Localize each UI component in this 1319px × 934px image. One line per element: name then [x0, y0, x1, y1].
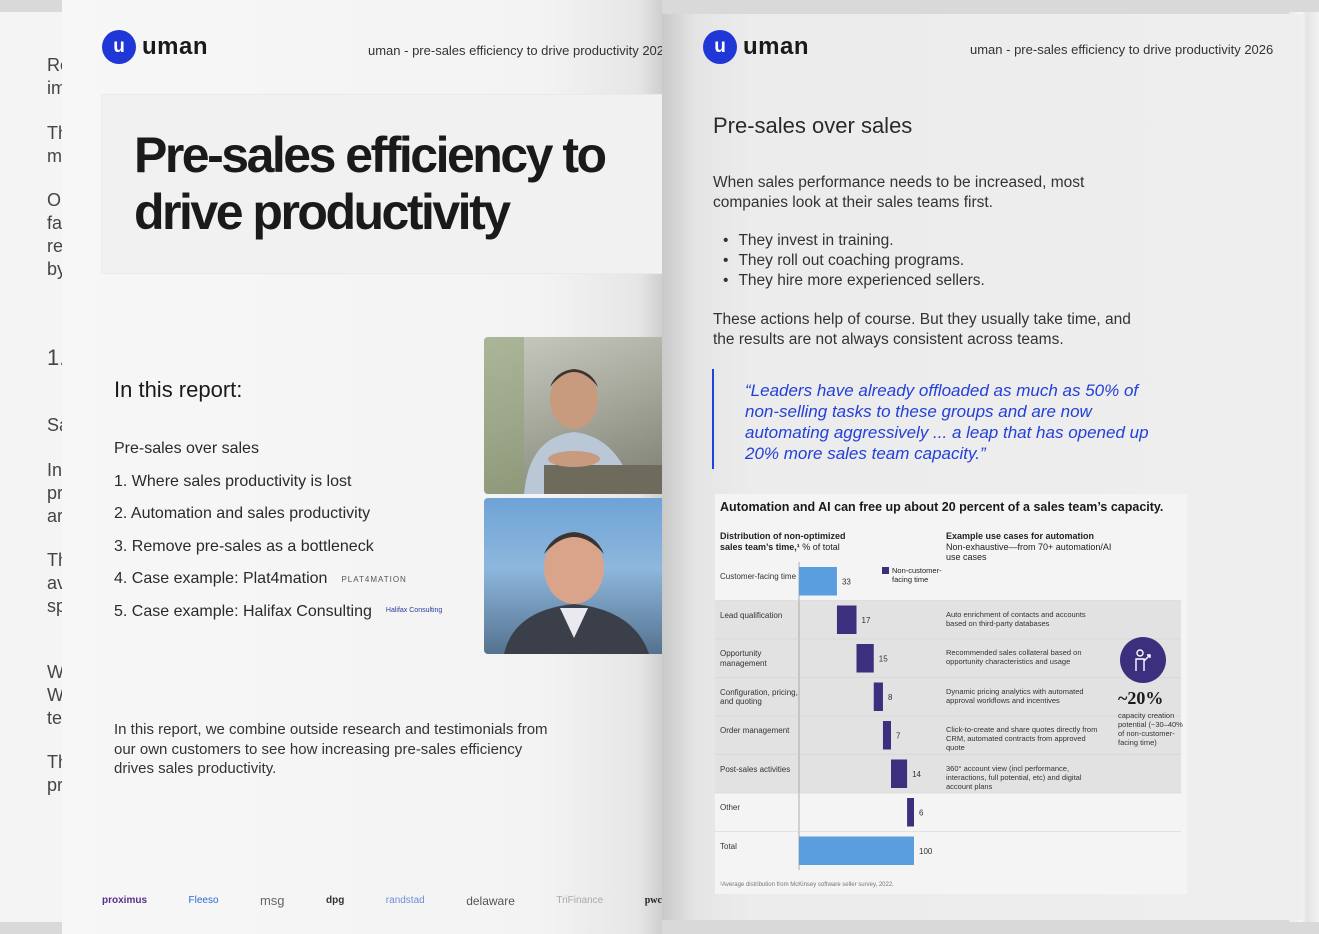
- chart-category-label: Opportunity management: [720, 649, 767, 668]
- uman-logo-icon: u: [102, 30, 136, 64]
- uman-logo-text: uman: [743, 33, 810, 60]
- report-spread: u uman uman - pre-sales efficiency to dr…: [62, 0, 1302, 934]
- use-case-text: Auto enrichment of contacts and accounts…: [946, 609, 1086, 628]
- chart-bar: [873, 682, 883, 711]
- chart-category-label: Customer-facing time: [720, 572, 797, 582]
- uman-logo: u uman: [703, 30, 809, 64]
- chart-left-heading: Distribution of non-optimized sales team…: [720, 531, 846, 552]
- chart-data-label: 7: [896, 731, 901, 740]
- background-text-fragment: te: [47, 708, 63, 728]
- partner-logo: dpg: [326, 895, 345, 906]
- chart-bar: [907, 798, 914, 827]
- chart-category-label: Order management: [720, 726, 790, 736]
- capacity-note: capacity creation potential (~30–40% of …: [1118, 711, 1183, 747]
- table-of-contents: Pre-sales over sales 1. Where sales prod…: [114, 440, 442, 635]
- legend-swatch: [882, 567, 889, 574]
- chart-data-label: 15: [879, 654, 888, 663]
- partner-logo: proximus: [102, 895, 148, 906]
- toc-item[interactable]: 2. Automation and sales productivity: [114, 505, 442, 538]
- chart-right-heading: Example use cases for automation Non-exha…: [946, 531, 1112, 562]
- intro-text: In this report, we combine outside resea…: [114, 721, 548, 777]
- testimonial-photo-1: [484, 337, 662, 494]
- uman-logo-text: uman: [142, 33, 209, 60]
- bullet-item: They invest in training.: [713, 232, 985, 252]
- background-text-fragment: O: [47, 190, 62, 210]
- toc-item[interactable]: Pre-sales over sales: [114, 440, 442, 473]
- right-page: u uman uman - pre-sales efficiency to dr…: [662, 14, 1302, 920]
- background-text-fragment: pr: [47, 775, 64, 795]
- partner-logo: randstad: [385, 895, 425, 906]
- chart-card: 33 17 15 8 7 14 6 100 Automation and AI can fre…: [715, 494, 1187, 894]
- use-case-text: Dynamic pricing analytics with automated…: [946, 686, 1084, 705]
- chart-bar: [836, 605, 857, 634]
- background-text-fragment: m: [47, 146, 62, 166]
- running-header: uman - pre-sales efficiency to drive pro…: [368, 43, 665, 58]
- person-growth-icon: [1120, 637, 1166, 683]
- partner-logo: Fleeso: [188, 895, 219, 906]
- chart-bar: [799, 567, 837, 596]
- quote-bar: [712, 369, 714, 469]
- partner-logos: proximus Fleeso msg dpg randstad delawar…: [102, 893, 662, 908]
- chart-data-label: 17: [862, 616, 871, 625]
- chart-title: Automation and AI can free up about 20 p…: [720, 500, 1164, 514]
- toc-heading: In this report:: [114, 377, 243, 402]
- uman-logo: u uman: [102, 30, 208, 64]
- halifax-logo: Halifax Consulting: [385, 606, 443, 614]
- partner-logo: msg: [259, 893, 285, 908]
- background-text-fragment: ar: [47, 506, 64, 526]
- chart-footnote: ¹Average distribution from McKinsey soft…: [720, 882, 894, 888]
- section-title: Pre-sales over sales: [713, 113, 913, 138]
- partner-logo: TriFinance: [556, 895, 604, 906]
- plat4mation-logo: PLAT4MATION: [341, 575, 407, 584]
- chart-bar: [856, 644, 874, 673]
- testimonial-photo-2: [484, 498, 662, 654]
- chart-data-label: 33: [842, 577, 851, 586]
- chart-category-label: Lead qualification: [720, 610, 783, 620]
- partner-logo: delaware: [466, 893, 515, 908]
- capacity-percentage: ~20%: [1118, 688, 1164, 708]
- chart-bar: [891, 759, 908, 788]
- chart-data-label: 14: [912, 770, 921, 779]
- background-text-fragment: fa: [47, 213, 63, 233]
- chart-category-label: Total: [720, 841, 737, 851]
- chart-category-label: Configuration, pricing, and quoting: [720, 687, 798, 707]
- toc-item[interactable]: 4. Case example: Plat4mation PLAT4MATION: [114, 570, 442, 603]
- background-text-fragment: re: [47, 236, 64, 256]
- use-case-text: Recommended sales collateral based on op…: [946, 648, 1082, 667]
- chart-data-label: 6: [919, 808, 924, 817]
- bullet-item: They roll out coaching programs.: [713, 252, 985, 272]
- bullet-item: They hire more experienced sellers.: [713, 272, 984, 292]
- title-card: Pre-sales efficiency to drive productivi…: [102, 95, 662, 273]
- bullet-list: They invest in training. They roll out c…: [713, 232, 985, 292]
- chart-bar: [799, 836, 914, 865]
- running-header: uman - pre-sales efficiency to drive pro…: [970, 42, 1274, 57]
- chart-category-label: Other: [720, 803, 741, 813]
- use-case-text: Click-to-create and share quotes directl…: [946, 725, 1098, 753]
- paragraph: These actions help of course. But they u…: [713, 311, 1131, 348]
- pull-quote: “Leaders have already offloaded as much …: [745, 381, 1149, 463]
- chart-bar: [882, 721, 891, 750]
- use-case-text: 360° account view (incl performance, int…: [946, 763, 1082, 791]
- paragraph: When sales performance needs to be incre…: [713, 174, 1085, 211]
- partner-logo: pwc: [644, 895, 662, 906]
- uman-logo-icon: u: [703, 30, 737, 64]
- chart-data-label: 100: [919, 847, 933, 856]
- toc-item[interactable]: 3. Remove pre-sales as a bottleneck: [114, 538, 442, 571]
- toc-item[interactable]: 1. Where sales productivity is lost: [114, 473, 442, 506]
- background-text-fragment: In: [47, 460, 63, 480]
- toc-item[interactable]: 5. Case example: Halifax Consulting Hali…: [114, 603, 442, 636]
- left-page: u uman uman - pre-sales efficiency to dr…: [62, 0, 665, 934]
- chart-category-label: Post-sales activities: [720, 764, 791, 774]
- background-text-fragment: pr: [47, 483, 64, 503]
- chart-legend: Non-customer-facing time: [882, 566, 954, 584]
- report-title: Pre-sales efficiency to drive productivi…: [134, 127, 607, 240]
- chart-data-label: 8: [888, 693, 893, 702]
